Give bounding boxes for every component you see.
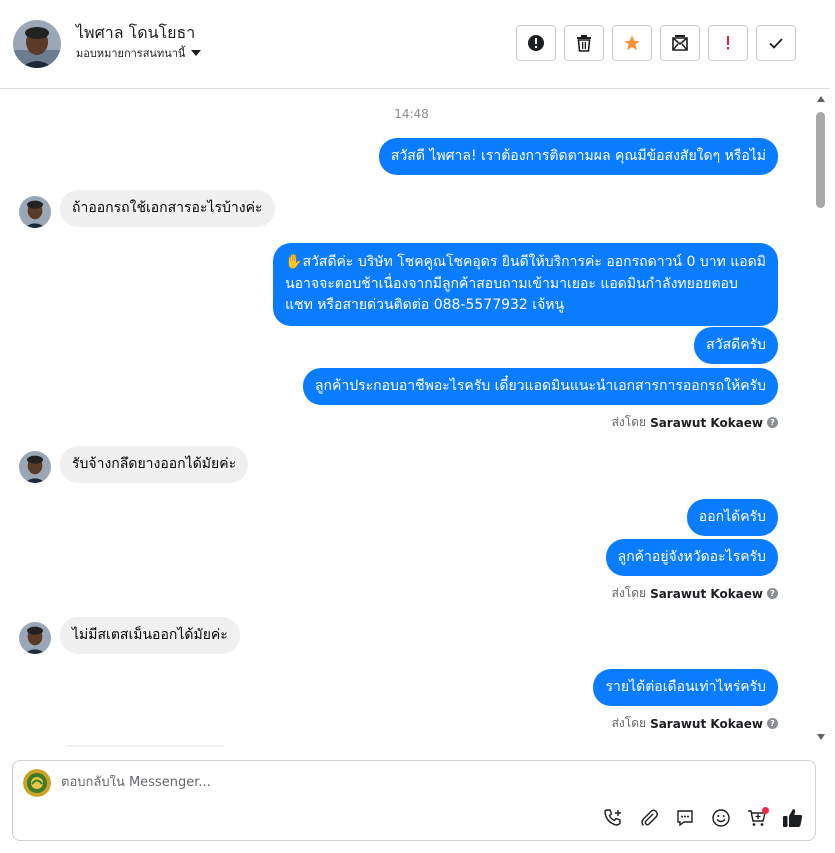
message-bubble-outgoing[interactable]: ✋สวัสดีค่ะ บริษัท โชคคูณโชคอุดร ยินดีให้… <box>273 243 778 326</box>
contact-avatar[interactable] <box>13 20 61 68</box>
reply-composer <box>12 760 816 841</box>
sent-by-label: ส่งโดย Sarawut Kokaew ? <box>612 584 778 603</box>
thread-scrollbar[interactable] <box>813 92 829 744</box>
trash-icon <box>577 35 591 52</box>
scroll-thumb[interactable] <box>816 112 825 208</box>
contact-mini-avatar <box>19 196 51 228</box>
message-bubble-incoming-partial <box>60 745 230 747</box>
notification-dot <box>762 807 769 814</box>
conversation-toolbar <box>516 25 796 61</box>
sent-by-label: ส่งโดย Sarawut Kokaew ? <box>612 413 778 432</box>
page-avatar <box>23 769 51 797</box>
help-icon[interactable]: ? <box>767 718 778 729</box>
saved-replies-icon[interactable] <box>673 806 697 830</box>
message-line: ✋สวัสดีค่ะ บริษัท โชคคูณโชคอุดร ยินดีให้… <box>285 254 766 270</box>
message-bubble-outgoing[interactable]: สวัสดีครับ <box>694 327 778 364</box>
message-bubble-outgoing[interactable]: รายได้ต่อเดือนเท่าไหร่ครับ <box>593 669 778 706</box>
message-bubble-incoming[interactable]: รับจ้างกลึดยางออกได้มัยค่ะ <box>60 446 249 483</box>
star-icon <box>624 35 640 51</box>
message-bubble-outgoing[interactable]: สวัสดี ไพศาล! เราต้องการติดตามผล คุณมีข้… <box>378 138 778 175</box>
assign-label: มอบหมายการสนทนานี้ <box>76 47 186 60</box>
scroll-up-arrow-icon[interactable] <box>817 96 825 102</box>
contact-name: ไพศาล โดนโยธา <box>76 23 196 42</box>
message-thread: 14:48 สวัสดี ไพศาล! เราต้องการติดตามผล ค… <box>0 89 830 747</box>
help-icon[interactable]: ? <box>767 588 778 599</box>
emoji-icon[interactable] <box>709 806 733 830</box>
sent-by-name: Sarawut Kokaew <box>650 716 763 731</box>
message-line: แชท หรือสายด่วนติดต่อ 088-5577932 เจ้หนู <box>285 297 565 313</box>
message-bubble-outgoing[interactable]: ออกได้ครับ <box>686 499 778 536</box>
scroll-down-arrow-icon[interactable] <box>817 734 825 740</box>
delete-button[interactable] <box>564 25 604 61</box>
sent-by-name: Sarawut Kokaew <box>650 415 763 430</box>
mark-unread-icon <box>672 35 688 51</box>
cart-icon[interactable] <box>745 806 769 830</box>
caret-down-icon <box>191 50 202 56</box>
message-line: นอาจจะตอบช้าเนื่องจากมีลูกค้าสอบถามเข้าม… <box>285 275 738 292</box>
message-timestamp: 14:48 <box>394 107 429 121</box>
message-bubble-outgoing[interactable]: ลูกค้าประกอบอาชีพอะไรครับ เดี๋ยวแอดมินแน… <box>302 368 778 405</box>
like-icon[interactable] <box>781 806 805 830</box>
mark-spam-button[interactable] <box>516 25 556 61</box>
mark-done-button[interactable] <box>756 25 796 61</box>
help-icon[interactable]: ? <box>767 417 778 428</box>
message-bubble-outgoing[interactable]: ลูกค้าอยู่จังหวัดอะไรครับ <box>605 539 778 576</box>
sent-by-prefix: ส่งโดย <box>611 586 647 600</box>
reply-input[interactable] <box>61 775 761 790</box>
sent-by-prefix: ส่งโดย <box>611 415 647 429</box>
contact-mini-avatar <box>19 622 51 654</box>
message-bubble-incoming[interactable]: ถ้าออกรถใช้เอกสารอะไรบ้างค่ะ <box>60 190 275 227</box>
message-bubble-incoming[interactable]: ไม่มีสเตสเม็นออกได้มัยค่ะ <box>60 617 240 654</box>
assign-conversation-dropdown[interactable]: มอบหมายการสนทนานี้ <box>76 44 202 62</box>
contact-mini-avatar <box>19 451 51 483</box>
sent-by-name: Sarawut Kokaew <box>650 586 763 601</box>
spam-icon <box>528 35 544 51</box>
mark-important-button[interactable] <box>708 25 748 61</box>
star-button[interactable] <box>612 25 652 61</box>
composer-actions <box>601 806 805 830</box>
conversation-header: ไพศาล โดนโยธา มอบหมายการสนทนานี้ <box>0 0 830 89</box>
attach-icon[interactable] <box>637 806 661 830</box>
important-icon <box>727 36 729 50</box>
call-add-icon[interactable] <box>601 806 625 830</box>
mark-unread-button[interactable] <box>660 25 700 61</box>
sent-by-prefix: ส่งโดย <box>611 716 647 730</box>
done-icon <box>769 38 783 49</box>
sent-by-label: ส่งโดย Sarawut Kokaew ? <box>612 714 778 733</box>
